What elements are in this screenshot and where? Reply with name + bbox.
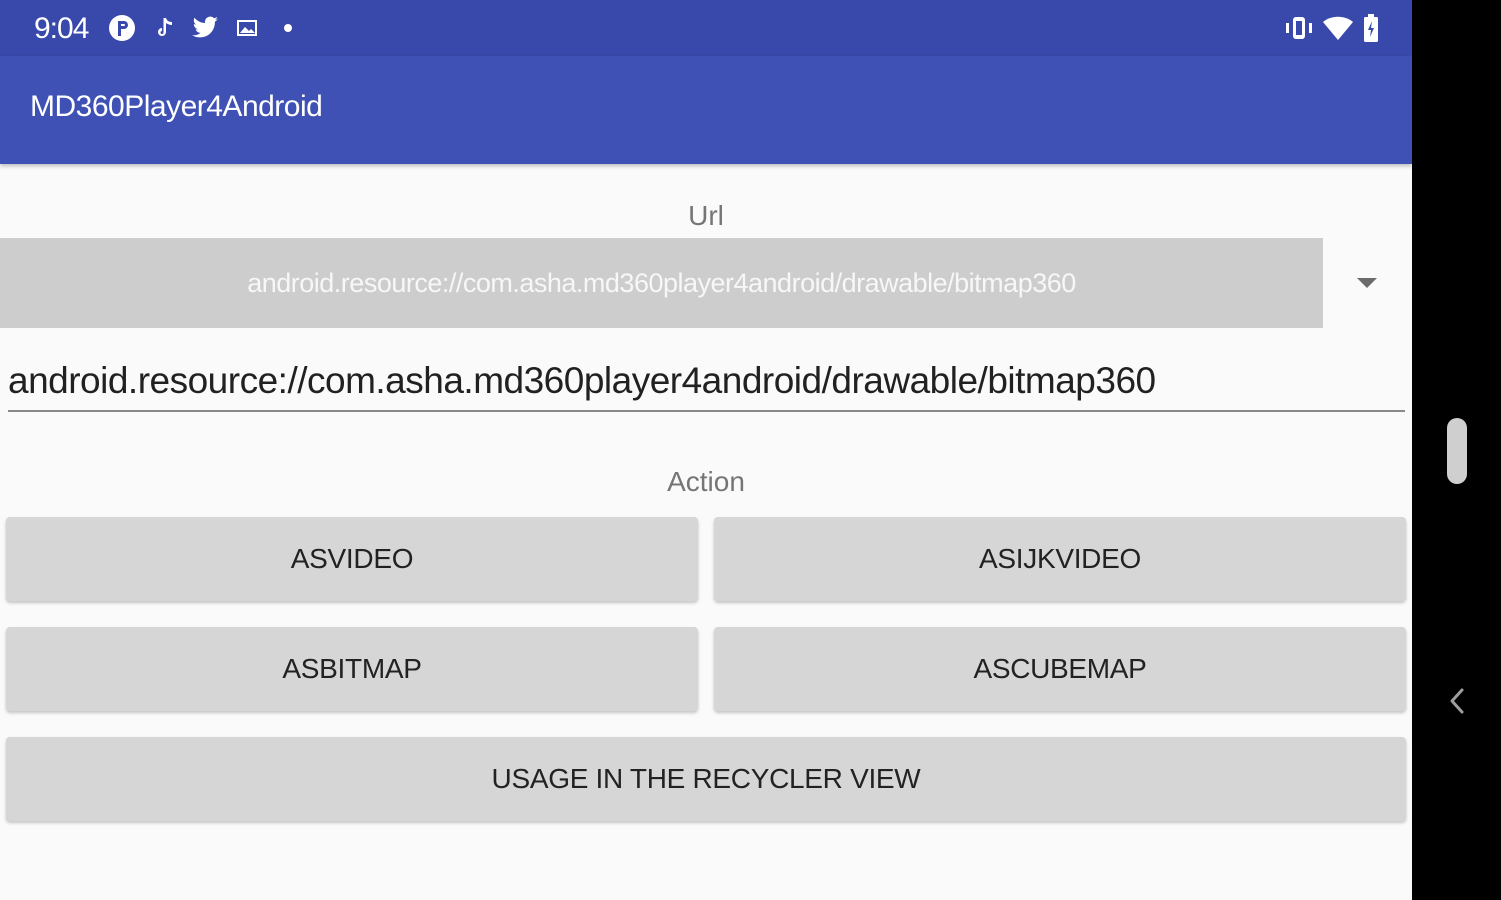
status-bar: 9:04: [0, 0, 1412, 56]
wifi-icon: [1322, 14, 1354, 42]
scroll-handle[interactable]: [1447, 418, 1467, 484]
app-title: MD360Player4Android: [30, 90, 323, 123]
url-input[interactable]: [8, 352, 1405, 412]
twitter-icon: [190, 14, 220, 42]
action-label: Action: [667, 466, 745, 497]
back-chevron-icon[interactable]: [1446, 686, 1470, 716]
dropdown-arrow-icon[interactable]: [1357, 278, 1377, 288]
ascubemap-button[interactable]: ASCUBEMAP: [714, 627, 1406, 711]
url-spinner-value: android.resource://com.asha.md360player4…: [247, 268, 1076, 298]
app-screen: 9:04 MD360Player4Android Url android.res…: [0, 0, 1412, 900]
recycler-view-button[interactable]: USAGE IN THE RECYCLER VIEW: [6, 737, 1406, 821]
vibrate-icon: [1284, 14, 1314, 42]
asijkvideo-button[interactable]: ASIJKVIDEO: [714, 517, 1406, 601]
url-spinner[interactable]: android.resource://com.asha.md360player4…: [0, 238, 1323, 328]
dot-icon: [282, 14, 294, 42]
battery-icon: [1362, 14, 1380, 42]
gallery-icon: [236, 14, 258, 42]
asbitmap-button[interactable]: ASBITMAP: [6, 627, 698, 711]
tiktok-icon: [154, 14, 176, 42]
url-label: Url: [688, 200, 724, 231]
asvideo-button[interactable]: ASVIDEO: [6, 517, 698, 601]
app-bar: MD360Player4Android: [0, 56, 1412, 164]
status-time: 9:04: [34, 12, 89, 45]
pinterest-icon: [108, 14, 136, 42]
